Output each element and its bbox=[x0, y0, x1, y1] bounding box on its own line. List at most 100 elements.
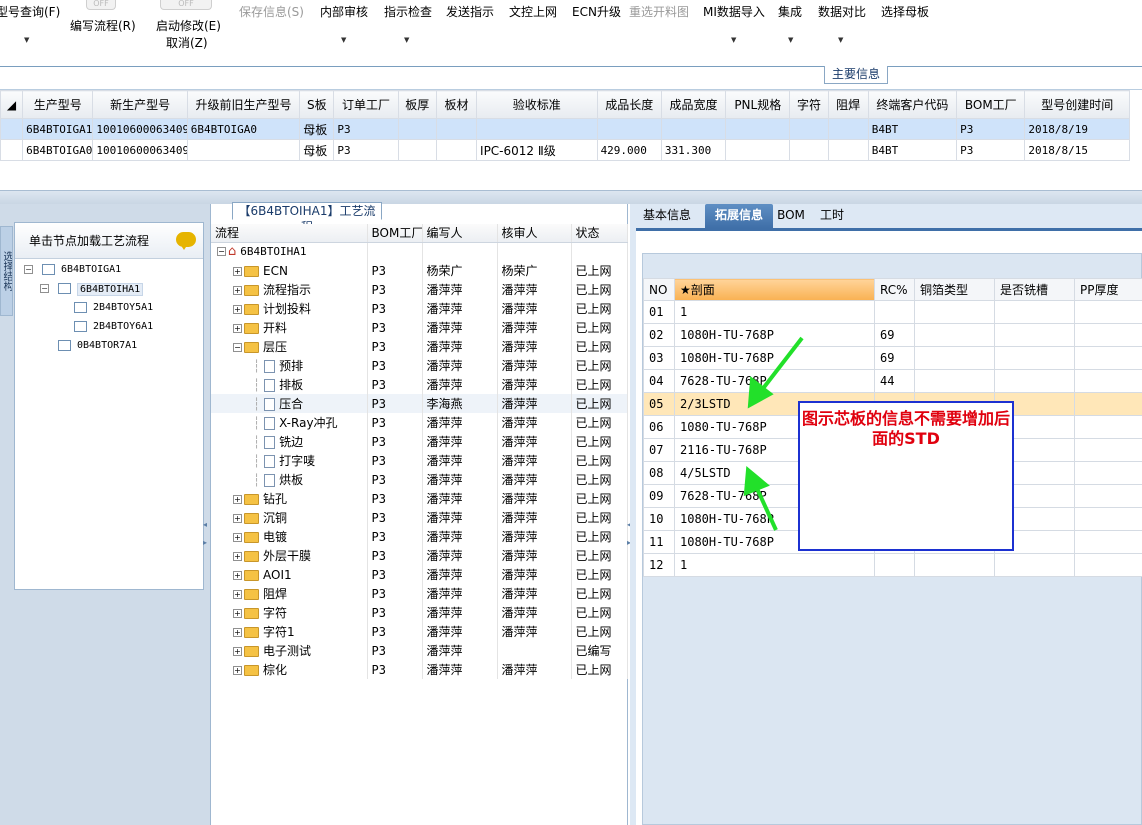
expand-icon[interactable]: + bbox=[233, 552, 242, 561]
tab-bom[interactable]: BOM bbox=[776, 204, 806, 228]
expand-icon[interactable]: + bbox=[233, 666, 242, 675]
flow-row[interactable]: + 流程指示 P3 潘萍萍 潘萍萍 已上网 bbox=[211, 280, 628, 299]
column-header[interactable]: 铜箔类型 bbox=[914, 278, 995, 301]
column-header[interactable]: ★剖面 bbox=[674, 278, 875, 301]
splitter[interactable] bbox=[0, 190, 1142, 204]
flow-row[interactable]: ┆ 烘板 P3 潘萍萍 潘萍萍 已上网 bbox=[211, 470, 628, 489]
column-header[interactable]: 型号创建时间 bbox=[1024, 90, 1130, 119]
flow-row[interactable]: + 阻焊 P3 潘萍萍 潘萍萍 已上网 bbox=[211, 584, 628, 603]
stackup-row[interactable]: 01 1 bbox=[643, 300, 1142, 324]
stackup-row[interactable]: 04 7628-TU-768P 44 bbox=[643, 369, 1142, 393]
expand-icon[interactable]: + bbox=[233, 647, 242, 656]
toggle-switch[interactable]: OFF bbox=[86, 0, 116, 10]
chevron-down-icon[interactable]: ▼ bbox=[24, 36, 29, 44]
column-header[interactable]: 板厚 bbox=[397, 90, 437, 119]
tree-node-6b4btoiga1[interactable]: 6B4BTOIGA1 bbox=[61, 264, 121, 275]
column-header[interactable]: 验收标准 bbox=[476, 90, 598, 119]
toggle-switch-2[interactable]: OFF bbox=[160, 0, 212, 10]
select-mother-board-button[interactable]: 选择母板 bbox=[881, 3, 929, 20]
chevron-down-icon[interactable]: ▼ bbox=[788, 36, 793, 44]
column-header[interactable]: PP厚度 bbox=[1074, 278, 1142, 301]
expand-icon[interactable]: + bbox=[233, 266, 242, 276]
reselect-cut-chart-button[interactable]: 重选开料图 bbox=[629, 3, 689, 20]
cancel-button[interactable]: 取消(Z) bbox=[166, 34, 208, 51]
column-header[interactable]: 板材 bbox=[435, 90, 478, 119]
collapse-icon[interactable]: − bbox=[217, 247, 226, 257]
mi-data-import-button[interactable]: MI数据导入 bbox=[703, 3, 765, 20]
collapse-left-handle[interactable]: ◂ ▸ bbox=[203, 520, 211, 560]
integrate-button[interactable]: 集成 bbox=[778, 3, 802, 20]
save-info-button[interactable]: 保存信息(S) bbox=[239, 3, 304, 20]
tab-extended-info[interactable]: 拓展信息 bbox=[705, 204, 773, 228]
stackup-row[interactable]: 03 1080H-TU-768P 69 bbox=[643, 346, 1142, 370]
collapse-icon[interactable]: − bbox=[40, 284, 49, 293]
tab-work-hours[interactable]: 工时 bbox=[812, 204, 852, 228]
expand-icon[interactable]: + bbox=[233, 533, 242, 542]
column-header[interactable]: 流程 bbox=[211, 224, 368, 243]
expand-icon[interactable]: + bbox=[233, 628, 242, 637]
chevron-down-icon[interactable]: ▼ bbox=[341, 36, 346, 44]
flow-row[interactable]: + 棕化 P3 潘萍萍 潘萍萍 已上网 bbox=[211, 660, 628, 679]
ecn-upgrade-button[interactable]: ECN升级 bbox=[572, 3, 621, 20]
chevron-down-icon[interactable]: ▼ bbox=[731, 36, 736, 44]
column-header[interactable]: 订单工厂 bbox=[333, 90, 399, 119]
chevron-down-icon[interactable]: ▼ bbox=[838, 36, 843, 44]
column-header[interactable]: S板 bbox=[299, 90, 335, 119]
column-header[interactable]: 状态 bbox=[571, 224, 628, 243]
column-header[interactable]: 新生产型号 bbox=[92, 90, 188, 119]
tab-basic-info[interactable]: 基本信息 bbox=[636, 204, 698, 228]
flow-row[interactable]: + 电子测试 P3 潘萍萍 已编写 bbox=[211, 641, 628, 660]
expand-icon[interactable]: + bbox=[233, 590, 242, 599]
column-header[interactable]: PNL规格 bbox=[725, 90, 791, 119]
chevron-down-icon[interactable]: ▼ bbox=[404, 36, 409, 44]
tree-node-6b4btoiha1[interactable]: 6B4BTOIHA1 bbox=[77, 283, 144, 296]
flow-row[interactable]: − 层压 P3 潘萍萍 潘萍萍 已上网 bbox=[211, 337, 628, 356]
expand-icon[interactable]: + bbox=[233, 286, 242, 295]
column-header[interactable]: 成品宽度 bbox=[660, 90, 727, 119]
flow-row[interactable]: + 字符 P3 潘萍萍 潘萍萍 已上网 bbox=[211, 603, 628, 622]
flow-row[interactable]: ┆ X-Ray冲孔 P3 潘萍萍 潘萍萍 已上网 bbox=[211, 413, 628, 432]
flow-row[interactable]: ┆ 打字唛 P3 潘萍萍 潘萍萍 已上网 bbox=[211, 451, 628, 470]
flow-row[interactable]: ┆ 铣边 P3 潘萍萍 潘萍萍 已上网 bbox=[211, 432, 628, 451]
column-header[interactable]: 阻焊 bbox=[827, 90, 869, 119]
flow-row[interactable]: + 沉铜 P3 潘萍萍 潘萍萍 已上网 bbox=[211, 508, 628, 527]
tree-node-2b4btoy5a1[interactable]: 2B4BTOY5A1 bbox=[93, 302, 153, 313]
expand-icon[interactable]: + bbox=[233, 495, 242, 504]
column-header[interactable]: 编写人 bbox=[422, 224, 498, 243]
table-row[interactable]: 6B4BTOIGA0 10010600063409 母板 P3 IPC-6012 Ⅱ级 4… bbox=[0, 139, 1130, 161]
column-header[interactable]: 核审人 bbox=[497, 224, 572, 243]
flow-row[interactable]: + 外层干膜 P3 潘萍萍 潘萍萍 已上网 bbox=[211, 546, 628, 565]
select-structure-tab[interactable]: 选择结构 bbox=[0, 226, 13, 316]
start-modify-button[interactable]: 启动修改(E) bbox=[156, 17, 221, 34]
collapse-icon[interactable]: − bbox=[24, 265, 33, 274]
column-header[interactable]: BOM工厂 bbox=[367, 224, 423, 243]
expand-icon[interactable]: + bbox=[233, 609, 242, 618]
stackup-row[interactable]: 12 1 bbox=[643, 553, 1142, 577]
column-header[interactable]: 生产型号 bbox=[22, 90, 94, 119]
tree-node-2b4btoy6a1[interactable]: 2B4BTOY6A1 bbox=[93, 321, 153, 332]
flow-row[interactable]: + 字符1 P3 潘萍萍 潘萍萍 已上网 bbox=[211, 622, 628, 641]
write-flow-button[interactable]: 编写流程(R) bbox=[70, 17, 136, 34]
column-header[interactable]: 是否铣槽 bbox=[994, 278, 1075, 301]
flow-row[interactable]: ┆ 排板 P3 潘萍萍 潘萍萍 已上网 bbox=[211, 375, 628, 394]
flow-row[interactable]: + AOI1 P3 潘萍萍 潘萍萍 已上网 bbox=[211, 565, 628, 584]
row-indicator-header[interactable]: ◢ bbox=[0, 90, 24, 119]
send-instruction-button[interactable]: 发送指示 bbox=[446, 3, 494, 20]
flow-root-row[interactable]: − ⌂ 6B4BTOIHA1 bbox=[211, 242, 628, 261]
column-header[interactable]: NO bbox=[643, 278, 675, 301]
flow-row[interactable]: + ECN P3 杨荣广 杨荣广 已上网 bbox=[211, 261, 628, 280]
tree-node-0b4btor7a1[interactable]: 0B4BTOR7A1 bbox=[77, 340, 137, 351]
column-header[interactable]: RC% bbox=[874, 278, 915, 301]
doc-control-online-button[interactable]: 文控上网 bbox=[509, 3, 557, 20]
row-indicator[interactable] bbox=[0, 139, 24, 161]
data-compare-button[interactable]: 数据对比 bbox=[818, 3, 866, 20]
column-header[interactable]: 终端客户代码 bbox=[867, 90, 958, 119]
flow-row[interactable]: ┆ 压合 P3 李海燕 潘萍萍 已上网 bbox=[211, 394, 628, 413]
expand-icon[interactable]: + bbox=[233, 570, 242, 580]
column-header[interactable]: BOM工厂 bbox=[956, 90, 1026, 119]
instruction-check-button[interactable]: 指示检查 bbox=[384, 3, 432, 20]
flow-row[interactable]: + 电镀 P3 潘萍萍 潘萍萍 已上网 bbox=[211, 527, 628, 546]
flow-row[interactable]: + 开料 P3 潘萍萍 潘萍萍 已上网 bbox=[211, 318, 628, 337]
table-row[interactable]: 6B4BTOIGA1 10010600063409 6B4BTOIGA0 母板 P3 B4… bbox=[0, 118, 1130, 140]
expand-icon[interactable]: + bbox=[233, 305, 242, 314]
